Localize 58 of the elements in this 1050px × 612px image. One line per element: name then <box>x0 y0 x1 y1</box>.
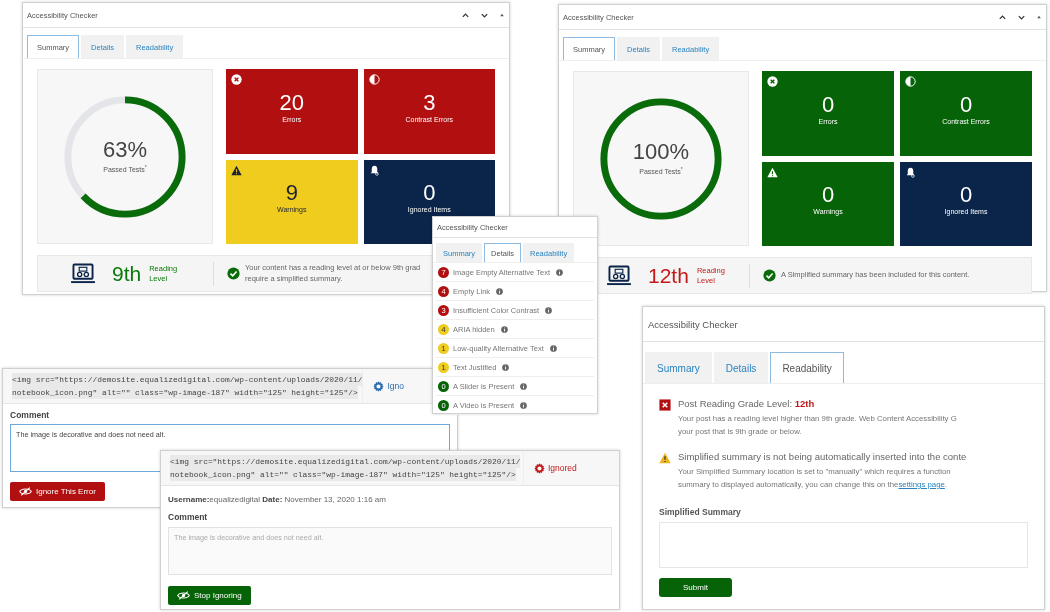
score-percent: 100% <box>632 141 690 164</box>
info-icon[interactable] <box>500 325 508 333</box>
triangle-up-icon[interactable] <box>499 12 505 18</box>
ignore-button[interactable]: Stop Ignoring <box>168 586 251 605</box>
tile-count: 3 <box>423 91 436 114</box>
warning-icon <box>231 164 242 176</box>
gear-icon[interactable] <box>534 462 545 474</box>
error-icon <box>659 399 671 411</box>
tile-count: 0 <box>959 93 973 116</box>
info-icon[interactable] <box>520 401 528 409</box>
warning-icon <box>767 166 778 178</box>
tile-count: 0 <box>423 182 436 205</box>
panel-title: Accessibility Checker <box>648 318 738 330</box>
tab[interactable]: Summary <box>645 352 712 383</box>
tile-count: 0 <box>959 184 973 207</box>
notice-heading: Simplified summary is not being automatically inserted into the conte <box>678 450 967 462</box>
field-label: Simplified Summary <box>659 507 741 517</box>
check-circle-icon <box>227 267 240 280</box>
ignore-status[interactable]: Ignored <box>548 463 577 473</box>
laptop-icon <box>70 263 96 284</box>
comment-label: Comment <box>10 410 50 420</box>
gear-icon[interactable] <box>373 380 385 392</box>
info-icon[interactable] <box>496 287 504 295</box>
bell-icon <box>905 166 916 178</box>
reading-grade: 12th <box>648 265 689 286</box>
ignore-button[interactable]: Ignore This Error <box>10 482 105 501</box>
tile-count: 9 <box>285 182 298 205</box>
ignore-status[interactable]: Igno <box>387 381 404 391</box>
contrast-icon <box>368 74 380 85</box>
submit-button[interactable]: Submit <box>659 578 732 597</box>
eye-slash-icon <box>19 487 32 496</box>
info-icon[interactable] <box>520 382 528 390</box>
check-circle-icon <box>763 269 776 282</box>
score-percent: 63% <box>102 139 147 162</box>
warning-icon <box>659 451 671 464</box>
eye-slash-icon <box>177 591 190 600</box>
notice-heading: Post Reading Grade Level: 12th <box>678 398 816 409</box>
chevron-up-icon[interactable] <box>998 12 1007 22</box>
info-icon[interactable] <box>502 363 510 371</box>
info-icon[interactable] <box>545 306 553 314</box>
contrast-icon <box>905 76 916 87</box>
summary-field[interactable] <box>659 522 1028 568</box>
tab[interactable]: Readability <box>770 352 844 383</box>
bell-icon <box>368 164 380 176</box>
tile-count: 20 <box>279 91 304 114</box>
tab[interactable]: Details <box>713 352 769 383</box>
error-icon <box>231 74 242 85</box>
laptop-icon <box>606 265 632 286</box>
ignore-meta: Username:equalizedigital Date: November 13, 2020 1:16 am <box>168 495 386 504</box>
comment-label: Comment <box>168 512 208 522</box>
info-icon[interactable] <box>556 268 563 276</box>
triangle-up-icon[interactable] <box>1036 14 1042 20</box>
tile-count: 0 <box>821 93 835 116</box>
chevron-up-icon[interactable] <box>461 10 470 20</box>
info-icon[interactable] <box>549 344 557 352</box>
tile-count: 0 <box>821 184 835 207</box>
reading-grade: 9th <box>112 263 142 284</box>
error-icon <box>767 76 778 87</box>
